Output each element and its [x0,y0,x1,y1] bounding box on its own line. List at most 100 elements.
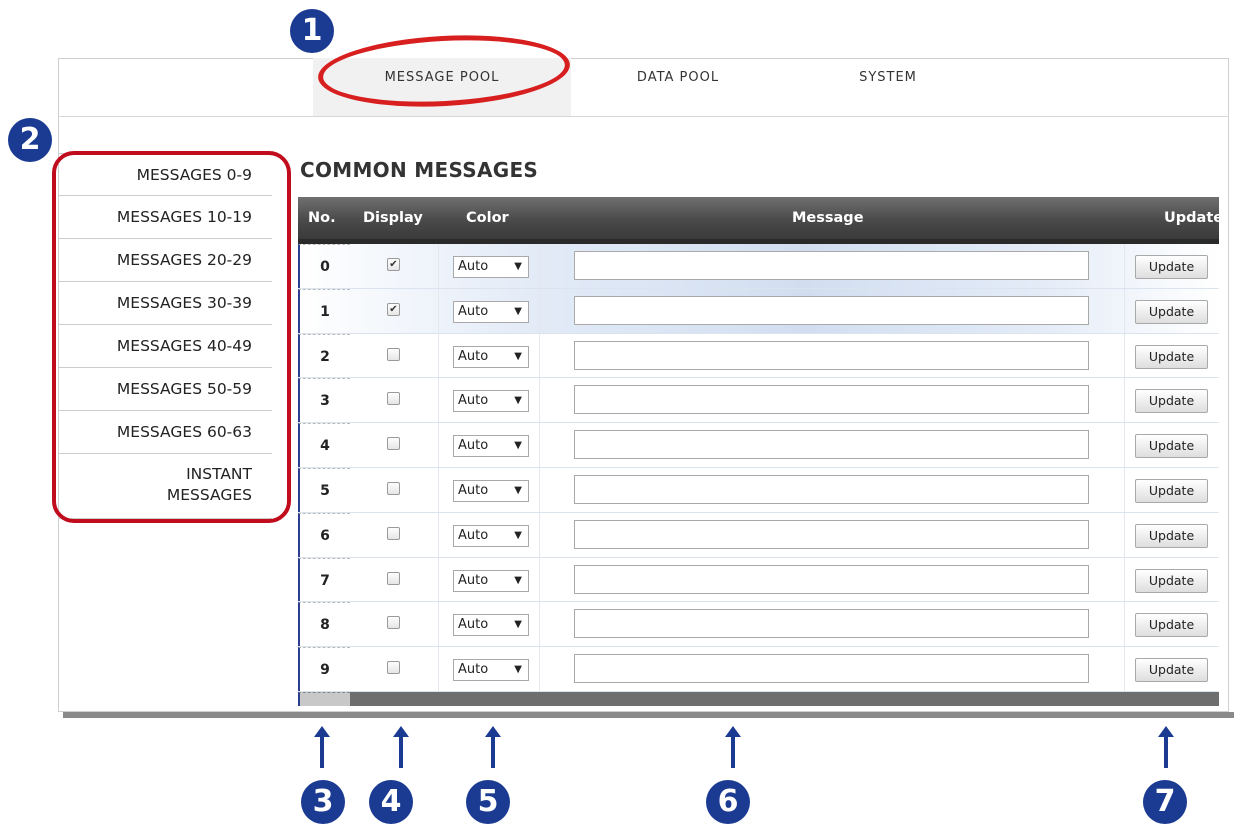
column-divider [539,333,540,378]
update-button[interactable]: Update [1135,658,1208,683]
row-number: 1 [298,288,350,333]
row-number: 3 [298,378,350,423]
dropdown-arrow-icon: ▼ [514,664,522,676]
color-select[interactable]: Auto ▼ [453,659,529,682]
tab-system[interactable]: SYSTEM [838,58,938,116]
column-header-display: Display [363,210,423,226]
message-input[interactable] [574,430,1089,460]
color-select-value: Auto [458,303,489,319]
arrow-up-icon [485,726,501,768]
column-divider [1124,288,1125,333]
column-header-message: Message [792,210,864,226]
color-select-value: Auto [458,393,489,409]
table-row: 5 Auto ▼ Update [298,467,1219,513]
highlight-box [52,151,291,523]
column-divider [539,647,540,691]
display-checkbox[interactable] [387,347,400,361]
color-select-value: Auto [458,662,489,678]
color-select[interactable]: Auto ▼ [453,256,529,278]
update-button[interactable]: Update [1135,523,1208,548]
column-divider [438,423,439,467]
color-select[interactable]: Auto ▼ [453,614,529,637]
dropdown-arrow-icon: ▼ [514,440,522,452]
table-row: 1 ✔ Auto ▼ Update [298,288,1219,334]
display-checkbox[interactable] [387,661,400,675]
row-number: 5 [298,467,350,512]
callout-badge-1: 1 [290,9,334,53]
table-footer [298,691,1219,706]
column-divider [1124,467,1125,512]
column-divider [539,244,540,288]
tab-label: SYSTEM [859,70,917,85]
message-input[interactable] [574,340,1089,370]
column-header-color: Color [466,210,509,226]
update-button[interactable]: Update [1135,344,1208,369]
table-header: No. Display Color Message Update [298,197,1223,244]
callout-badge-4: 4 [369,780,413,824]
row-number: 8 [298,602,350,647]
color-select[interactable]: Auto ▼ [453,390,529,413]
color-select[interactable]: Auto ▼ [453,569,529,592]
update-button[interactable]: Update [1135,568,1208,593]
display-checkbox[interactable] [387,481,400,495]
column-divider [438,467,439,512]
column-header-no: No. [308,210,336,226]
update-button[interactable]: Update [1135,255,1208,279]
message-input[interactable] [574,251,1089,280]
column-divider [438,378,439,423]
update-button[interactable]: Update [1135,478,1208,503]
callout-badge-7: 7 [1143,780,1187,824]
color-select[interactable]: Auto ▼ [453,479,529,502]
message-input[interactable] [574,564,1089,594]
display-checkbox[interactable] [387,526,400,540]
column-divider [438,647,439,691]
column-divider [1124,512,1125,557]
page-title: COMMON MESSAGES [300,158,539,182]
display-checkbox[interactable] [387,571,400,585]
tab-data-pool[interactable]: DATA POOL [623,58,733,116]
color-select[interactable]: Auto ▼ [453,435,529,458]
table-row: 8 Auto ▼ Update [298,602,1219,648]
table-row: 7 Auto ▼ Update [298,557,1219,603]
message-input[interactable] [574,385,1089,415]
dropdown-arrow-icon: ▼ [514,484,522,496]
color-select-value: Auto [458,617,489,633]
row-number: 4 [298,423,350,467]
display-checkbox[interactable]: ✔ [387,258,400,271]
color-select-value: Auto [458,527,489,543]
message-input[interactable] [574,654,1089,684]
message-input[interactable] [574,474,1089,504]
update-button[interactable]: Update [1135,389,1208,414]
column-divider [438,602,439,647]
callout-badge-2: 2 [8,118,52,162]
message-input[interactable] [574,295,1089,325]
update-button[interactable]: Update [1135,434,1208,459]
color-select-value: Auto [458,348,489,364]
update-button[interactable]: Update [1135,299,1208,324]
table-body: 0 ✔ Auto ▼ Update 1 ✔ Auto ▼ Update 2 Auto ▼ Update 3 A… [298,244,1219,692]
table-row: 4 Auto ▼ Update [298,423,1219,468]
table-row: 0 ✔ Auto ▼ Update [298,244,1219,289]
row-number: 6 [298,512,350,557]
color-select[interactable]: Auto ▼ [453,524,529,547]
tab-label: DATA POOL [636,70,720,85]
column-divider [1124,333,1125,378]
column-divider [539,423,540,467]
column-header-update: Update [1164,210,1224,226]
display-checkbox[interactable] [387,437,400,451]
message-input[interactable] [574,609,1089,639]
display-checkbox[interactable]: ✔ [387,302,400,316]
color-select[interactable]: Auto ▼ [453,300,529,323]
display-checkbox[interactable] [387,616,400,630]
color-select[interactable]: Auto ▼ [453,345,529,368]
dropdown-arrow-icon: ▼ [514,261,522,272]
update-button[interactable]: Update [1135,613,1208,638]
dropdown-arrow-icon: ▼ [514,619,522,631]
column-divider [438,557,439,602]
message-input[interactable] [574,519,1089,549]
callout-badge-3: 3 [301,780,345,824]
table-row: 3 Auto ▼ Update [298,378,1219,424]
column-divider [1124,647,1125,691]
display-checkbox[interactable] [387,392,400,406]
column-divider [539,378,540,423]
